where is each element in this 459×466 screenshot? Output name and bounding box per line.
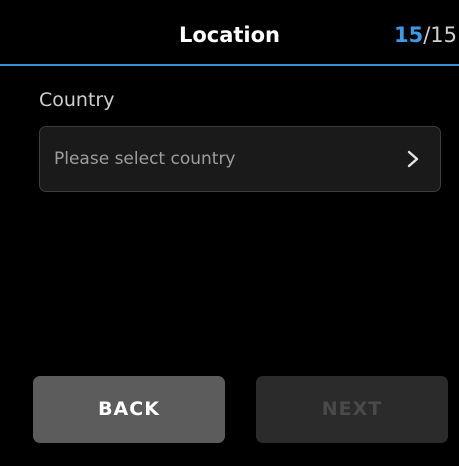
country-label: Country bbox=[39, 89, 115, 111]
country-select-placeholder: Please select country bbox=[54, 149, 236, 169]
page-title: Location bbox=[178, 23, 281, 47]
country-select[interactable]: Please select country bbox=[39, 126, 441, 192]
step-counter: 15/15 bbox=[394, 22, 457, 48]
step-total: 15 bbox=[430, 23, 457, 47]
chevron-right-icon bbox=[407, 150, 419, 168]
back-button[interactable]: BACK bbox=[33, 376, 225, 443]
header-bar: Location 15/15 bbox=[0, 0, 459, 66]
step-current: 15 bbox=[393, 23, 424, 47]
next-button: NEXT bbox=[256, 376, 448, 443]
